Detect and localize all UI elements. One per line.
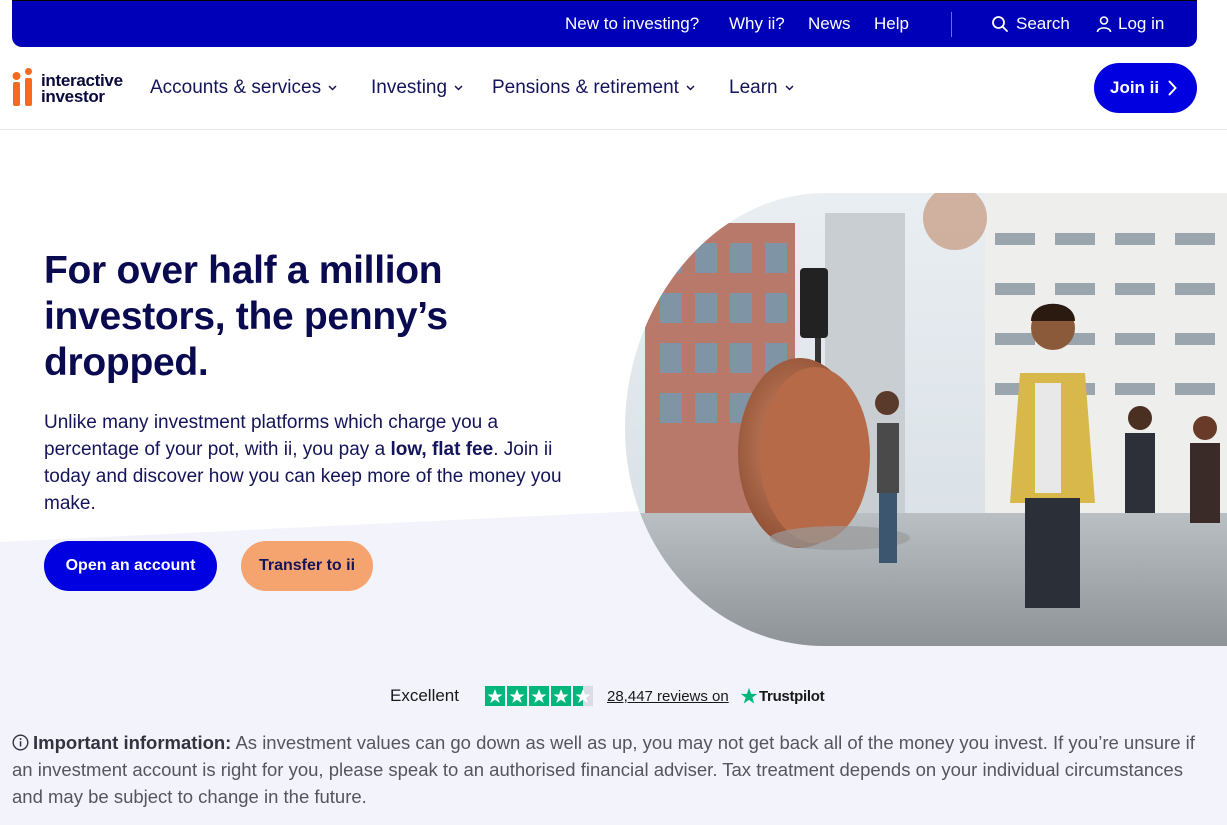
chevron-down-icon [454,85,463,91]
nav-label: Investing [371,77,448,98]
hero-image [625,193,1227,646]
nav-label: Pensions & retirement [492,77,679,98]
logo[interactable]: interactive investor [12,68,132,110]
nav-label: Accounts & services [150,77,322,98]
login-link[interactable]: Log in [1118,14,1164,34]
logo-line-2: investor [41,87,105,106]
trustpilot-rating-label: Excellent [390,686,459,705]
join-label: Join ii [1110,78,1160,97]
main-nav: interactive investor Accounts & services… [0,47,1227,130]
open-account-button[interactable]: Open an account [44,541,217,591]
trustpilot-star-icon [740,687,758,704]
trustpilot-reviews-link[interactable]: 28,447 reviews on [607,688,729,706]
util-link-new-to-investing[interactable]: New to investing? [565,14,699,34]
info-icon [12,734,29,751]
important-information: Important information: As investment val… [12,729,1212,810]
logo-wordmark: interactive investor [41,72,123,106]
nav-investing[interactable]: Investing [371,77,463,99]
hero-body-bold: low, flat fee [390,439,494,460]
util-link-why-ii[interactable]: Why ii? [729,14,785,34]
utility-bar: New to investing? Why ii? News Help Sear… [12,0,1197,47]
utility-divider [951,12,952,37]
chevron-down-icon [686,85,695,91]
search-link[interactable]: Search [1016,14,1070,34]
important-info-heading: Important information: [33,732,232,753]
trustpilot-logo[interactable]: Trustpilot [740,687,825,707]
trustpilot-wordmark: Trustpilot [759,688,825,705]
user-icon[interactable] [1095,15,1113,33]
join-ii-button[interactable]: Join ii [1094,63,1197,113]
search-icon[interactable] [991,15,1009,33]
chevron-down-icon [785,85,794,91]
chevron-down-icon [328,85,337,91]
transfer-to-ii-button[interactable]: Transfer to ii [241,541,373,591]
nav-accounts-services[interactable]: Accounts & services [150,77,337,99]
ii-logo-icon [12,68,32,106]
nav-learn[interactable]: Learn [729,77,794,99]
nav-pensions-retirement[interactable]: Pensions & retirement [492,77,695,99]
chevron-right-icon [1168,80,1177,96]
trustpilot-stars-icon [485,686,593,706]
nav-label: Learn [729,77,778,98]
util-link-news[interactable]: News [808,14,851,34]
util-link-help[interactable]: Help [874,14,909,34]
hero-body: Unlike many investment platforms which c… [44,409,584,517]
hero-title: For over half a million investors, the p… [44,249,448,384]
